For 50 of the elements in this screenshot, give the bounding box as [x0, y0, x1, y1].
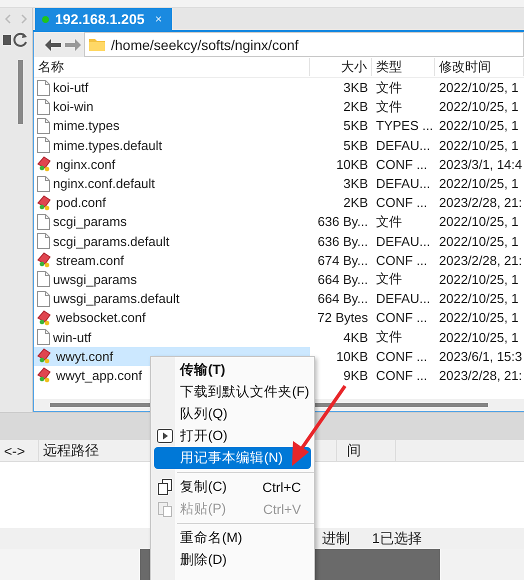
size-cell-text: 636 By... [316, 234, 369, 249]
size-cell-text: 72 Bytes [316, 310, 369, 326]
type-cell-text: DEFAU... [375, 176, 432, 192]
size-cell-text: 10KB [335, 156, 369, 172]
type-cell-text: CONF ... [375, 156, 428, 172]
size-cell-text: 2KB [342, 99, 369, 114]
modified-cell-text: 2022/10/25, 1 [438, 272, 520, 287]
type-cell-text: 文件 [375, 78, 403, 97]
size-cell-text: 664 By... [316, 272, 369, 287]
size-cell-text: 636 By... [316, 214, 369, 230]
modified-cell-text: 2022/10/25, 1 [438, 214, 520, 230]
type-cell-text: CONF ... [375, 348, 428, 364]
status-text: 1已选择 [372, 530, 422, 548]
size-cell-text: 9KB [342, 368, 369, 383]
type-cell-text: DEFAU... [375, 234, 432, 249]
type-cell-text: CONF ... [375, 252, 428, 268]
modified-cell-text: 2022/10/25, 1 [438, 99, 520, 114]
modified-cell-text: 2023/3/1, 14:4 [438, 156, 524, 172]
status-text: 进制 [322, 530, 350, 548]
size-cell-text: 5KB [342, 118, 369, 134]
type-cell-text: 文件 [375, 328, 403, 346]
modified-cell-text: 2023/2/28, 21: [438, 368, 524, 383]
size-cell-text: 664 By... [316, 291, 369, 306]
type-cell-text: DEFAU... [375, 291, 432, 306]
size-cell-text: 10KB [335, 348, 369, 364]
modified-cell-text: 2023/2/28, 21: [438, 195, 524, 210]
type-cell-text: 文件 [375, 212, 403, 231]
modified-cell-text: 2022/10/25, 1 [438, 291, 520, 306]
type-cell-text: CONF ... [375, 310, 428, 326]
modified-cell-text: 2022/10/25, 1 [438, 80, 520, 96]
size-cell-text: 3KB [342, 176, 369, 192]
type-cell-text: 文件 [375, 270, 403, 288]
type-cell-text: CONF ... [375, 195, 428, 210]
type-cell-text: TYPES ... [375, 118, 434, 134]
size-cell-text: 5KB [342, 138, 369, 153]
modified-cell-text: 2023/2/28, 21: [438, 252, 524, 268]
modified-cell-text: 2022/10/25, 1 [438, 176, 520, 192]
size-cell-text: 2KB [342, 195, 369, 210]
modified-cell-text: 2023/6/1, 15:3 [438, 348, 524, 364]
type-cell-text: 文件 [375, 98, 403, 116]
size-cell-text: 4KB [342, 330, 369, 345]
size-cell-text: 674 By... [316, 252, 369, 268]
modified-cell-text: 2022/10/25, 1 [438, 330, 520, 345]
modified-cell-text: 2022/10/25, 1 [438, 234, 520, 249]
modified-cell-text: 2022/10/25, 1 [438, 310, 520, 326]
type-cell-text: DEFAU... [375, 138, 432, 153]
modified-cell-text: 2022/10/25, 1 [438, 138, 520, 153]
modified-cell-text: 2022/10/25, 1 [438, 118, 520, 134]
type-cell-text: CONF ... [375, 368, 428, 383]
size-cell-text: 3KB [342, 80, 369, 96]
